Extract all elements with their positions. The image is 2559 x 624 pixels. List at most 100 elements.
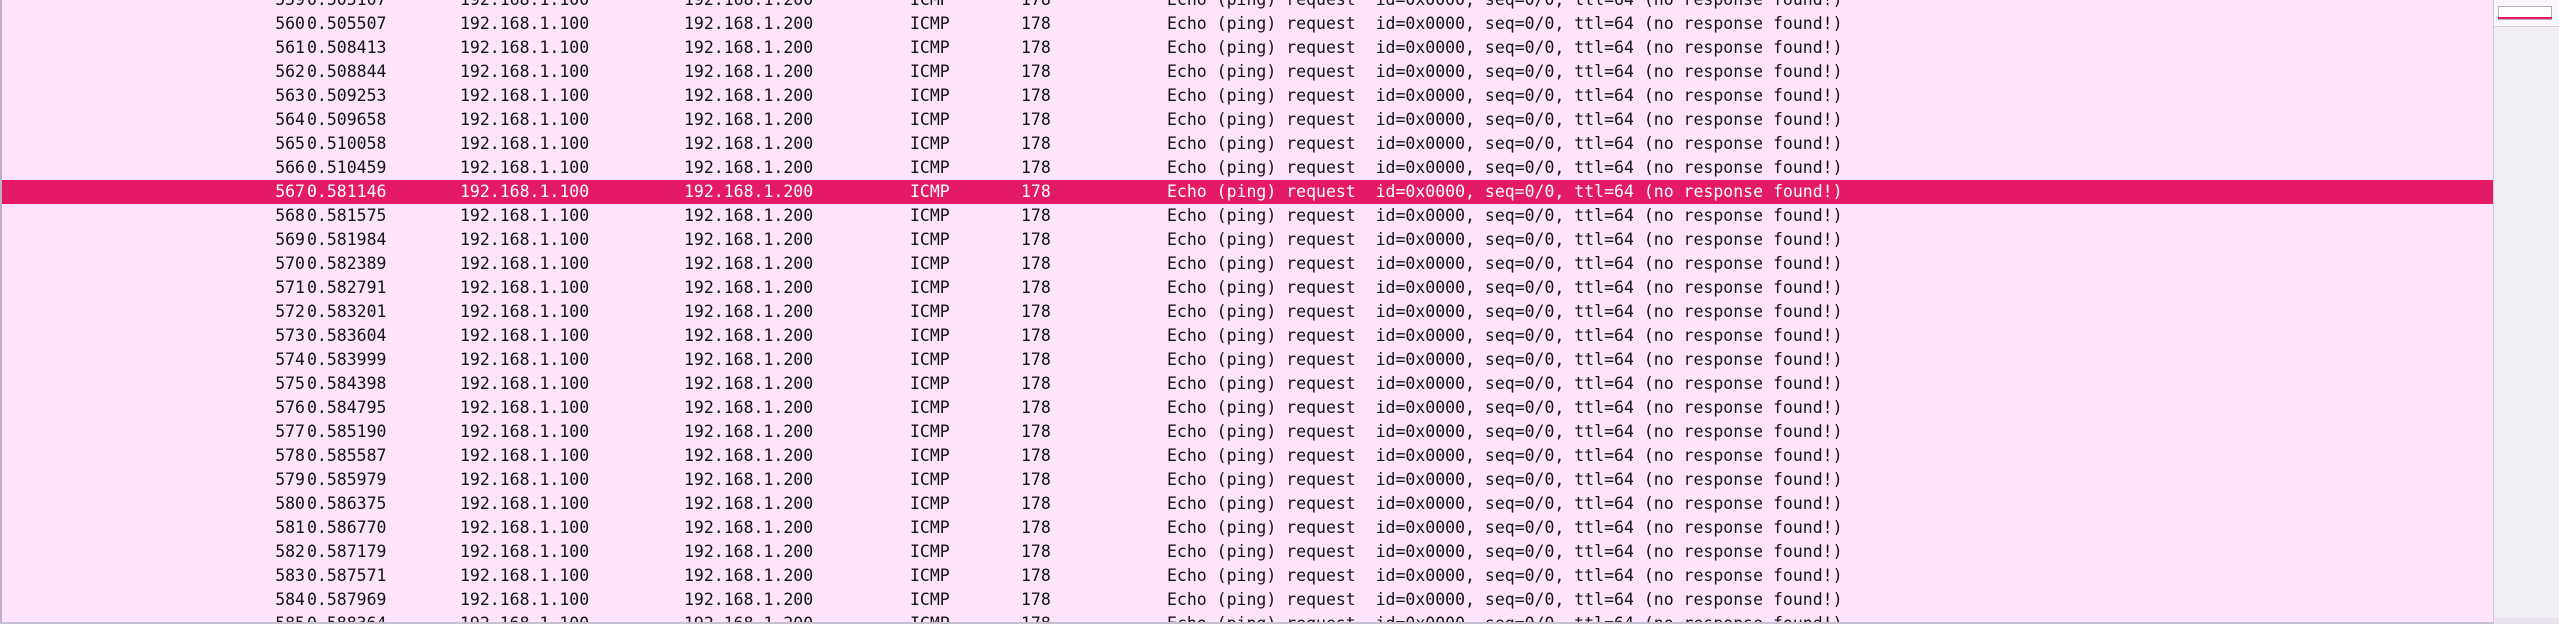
packet-row[interactable]: 566 0.510459 192.168.1.100 192.168.1.200 ICM… [2, 156, 2493, 180]
packet-row[interactable]: 575 0.584398 192.168.1.100 192.168.1.200 ICM… [2, 372, 2493, 396]
packet-protocol: ICMP [910, 494, 950, 513]
packet-time: 0.587571 [307, 566, 387, 585]
packet-source: 192.168.1.100 [460, 134, 590, 153]
packet-destination: 192.168.1.200 [684, 494, 814, 513]
packet-number: 563 [275, 86, 305, 105]
packet-number: 580 [275, 494, 305, 513]
packet-length: 178 [1021, 350, 1051, 369]
packet-row[interactable]: 582 0.587179 192.168.1.100 192.168.1.200 ICM… [2, 540, 2493, 564]
packet-number: 575 [275, 374, 305, 393]
packet-row[interactable]: 564 0.509658 192.168.1.100 192.168.1.200 ICM… [2, 108, 2493, 132]
packet-destination: 192.168.1.200 [684, 518, 814, 537]
packet-source: 192.168.1.100 [460, 278, 590, 297]
packet-time: 0.581146 [307, 182, 387, 201]
packet-destination: 192.168.1.200 [684, 542, 814, 561]
packet-time: 0.583999 [307, 350, 387, 369]
packet-number: 577 [275, 422, 305, 441]
packet-source: 192.168.1.100 [460, 542, 590, 561]
packet-source: 192.168.1.100 [460, 14, 590, 33]
packet-destination: 192.168.1.200 [684, 86, 814, 105]
packet-row[interactable]: 578 0.585587 192.168.1.100 192.168.1.200 ICM… [2, 444, 2493, 468]
packet-number: 574 [275, 350, 305, 369]
packet-length: 178 [1021, 590, 1051, 609]
packet-time: 0.587179 [307, 542, 387, 561]
packet-source: 192.168.1.100 [460, 38, 590, 57]
packet-row-partial-top[interactable]: 559 0.505107 192.168.1.100 192.168.1.200… [2, 0, 2493, 12]
packet-list[interactable]: 559 0.505107 192.168.1.100 192.168.1.200… [0, 0, 2493, 624]
packet-protocol: ICMP [910, 278, 950, 297]
packet-protocol: ICMP [910, 566, 950, 585]
packet-time: 0.581984 [307, 230, 387, 249]
packet-destination: 192.168.1.200 [684, 590, 814, 609]
scrollbar-minimap[interactable] [2494, 0, 2559, 27]
packet-length: 178 [1021, 158, 1051, 177]
packet-source: 192.168.1.100 [460, 158, 590, 177]
packet-row[interactable]: 562 0.508844 192.168.1.100 192.168.1.200 ICM… [2, 60, 2493, 84]
packet-length: 178 [1021, 14, 1051, 33]
packet-time: 0.584795 [307, 398, 387, 417]
packet-protocol: ICMP [910, 470, 950, 489]
packet-time: 0.509658 [307, 110, 387, 129]
packet-destination: 192.168.1.200 [684, 326, 814, 345]
packet-row[interactable]: 563 0.509253 192.168.1.100 192.168.1.200 ICM… [2, 84, 2493, 108]
packet-time: 0.586375 [307, 494, 387, 513]
packet-length: 178 [1021, 518, 1051, 537]
packet-info: Echo (ping) request id=0x0000, seq=0/0, … [1167, 566, 1843, 585]
packet-protocol: ICMP [910, 182, 950, 201]
packet-source: 192.168.1.100 [460, 326, 590, 345]
packet-length: 178 [1021, 62, 1051, 81]
packet-source: 192.168.1.100 [460, 206, 590, 225]
packet-time: 0.582389 [307, 254, 387, 273]
packet-info: Echo (ping) request id=0x0000, seq=0/0, … [1167, 374, 1843, 393]
packet-row[interactable]: 560 0.505507 192.168.1.100 192.168.1.200 ICM… [2, 12, 2493, 36]
packet-destination: 192.168.1.200 [684, 14, 814, 33]
vertical-scrollbar[interactable] [2493, 0, 2559, 624]
packet-row[interactable]: 580 0.586375 192.168.1.100 192.168.1.200 ICM… [2, 492, 2493, 516]
packet-row[interactable]: 573 0.583604 192.168.1.100 192.168.1.200 ICM… [2, 324, 2493, 348]
packet-row[interactable]: 584 0.587969 192.168.1.100 192.168.1.200 ICM… [2, 588, 2493, 612]
packet-protocol: ICMP [910, 542, 950, 561]
packet-row[interactable]: 577 0.585190 192.168.1.100 192.168.1.200 ICM… [2, 420, 2493, 444]
packet-row[interactable]: 568 0.581575 192.168.1.100 192.168.1.200 ICM… [2, 204, 2493, 228]
packet-row[interactable]: 581 0.586770 192.168.1.100 192.168.1.200 ICM… [2, 516, 2493, 540]
packet-row[interactable]: 571 0.582791 192.168.1.100 192.168.1.200 ICM… [2, 276, 2493, 300]
packet-row[interactable]: 565 0.510058 192.168.1.100 192.168.1.200 ICM… [2, 132, 2493, 156]
packet-protocol: ICMP [910, 446, 950, 465]
packet-row[interactable]: 561 0.508413 192.168.1.100 192.168.1.200 ICM… [2, 36, 2493, 60]
packet-info: Echo (ping) request id=0x0000, seq=0/0, … [1167, 206, 1843, 225]
packet-time: 0.505507 [307, 14, 387, 33]
packet-protocol: ICMP [910, 110, 950, 129]
packet-number: 567 [275, 182, 305, 201]
packet-length: 178 [1021, 542, 1051, 561]
packet-row[interactable]: 570 0.582389 192.168.1.100 192.168.1.200 ICM… [2, 252, 2493, 276]
packet-protocol: ICMP [910, 62, 950, 81]
packet-protocol: ICMP [910, 326, 950, 345]
packet-info: Echo (ping) request id=0x0000, seq=0/0, … [1167, 302, 1843, 321]
packet-number: 560 [275, 14, 305, 33]
packet-source: 192.168.1.100 [460, 0, 589, 12]
packet-protocol: ICMP [910, 38, 950, 57]
packet-info: Echo (ping) request id=0x0000, seq=0/0, … [1167, 62, 1843, 81]
packet-row-selected[interactable]: 567 0.581146 192.168.1.100 192.168.1.200 ICM… [2, 180, 2493, 204]
packet-length: 178 [1021, 110, 1051, 129]
packet-protocol: ICMP [910, 254, 950, 273]
packet-destination: 192.168.1.200 [684, 182, 814, 201]
packet-row[interactable]: 572 0.583201 192.168.1.100 192.168.1.200 ICM… [2, 300, 2493, 324]
packet-source: 192.168.1.100 [460, 86, 590, 105]
packet-row[interactable]: 576 0.584795 192.168.1.100 192.168.1.200 ICM… [2, 396, 2493, 420]
packet-length: 178 [1021, 134, 1051, 153]
packet-number: 584 [275, 590, 305, 609]
packet-number: 570 [275, 254, 305, 273]
packet-length: 178 [1021, 254, 1051, 273]
packet-row[interactable]: 569 0.581984 192.168.1.100 192.168.1.200 ICM… [2, 228, 2493, 252]
packet-row[interactable]: 583 0.587571 192.168.1.100 192.168.1.200 ICM… [2, 564, 2493, 588]
packet-time: 0.585587 [307, 446, 387, 465]
packet-info: Echo (ping) request id=0x0000, seq=0/0, … [1167, 542, 1843, 561]
packet-source: 192.168.1.100 [460, 590, 590, 609]
packet-row[interactable]: 579 0.585979 192.168.1.100 192.168.1.200 ICM… [2, 468, 2493, 492]
packet-source: 192.168.1.100 [460, 182, 590, 201]
packet-row[interactable]: 574 0.583999 192.168.1.100 192.168.1.200 ICM… [2, 348, 2493, 372]
packet-destination: 192.168.1.200 [684, 398, 814, 417]
packet-time: 0.587969 [307, 590, 387, 609]
packet-info: Echo (ping) request id=0x0000, seq=0/0, … [1167, 422, 1843, 441]
